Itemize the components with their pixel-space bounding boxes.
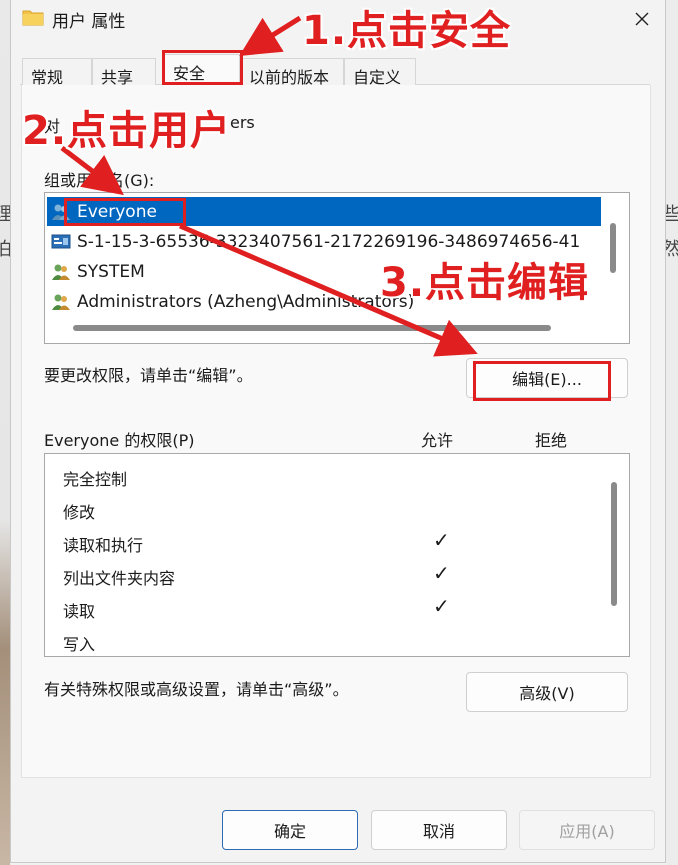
tab-customize[interactable]: 自定义 bbox=[344, 58, 416, 87]
permission-name: 列出文件夹内容 bbox=[63, 569, 176, 588]
allow-checkmark: ✓ bbox=[433, 561, 450, 585]
permission-name: 读取和执行 bbox=[63, 536, 144, 555]
highlight-box-security-tab bbox=[162, 50, 243, 85]
user-name: S-1-15-3-65536-3323407561-2172269196-348… bbox=[77, 231, 581, 252]
allow-checkmark: ✓ bbox=[433, 528, 450, 552]
deny-column-header: 拒绝 bbox=[535, 431, 568, 450]
tab-sharing[interactable]: 共享 bbox=[92, 58, 156, 87]
advanced-hint: 有关特殊权限或高级设置，请单击“高级”。 bbox=[44, 680, 349, 699]
tab-previous-versions[interactable]: 以前的版本 bbox=[240, 58, 344, 87]
groups-label: 组或用户名(G): bbox=[44, 171, 155, 190]
close-button[interactable] bbox=[618, 0, 666, 38]
permission-name: 写入 bbox=[63, 635, 96, 654]
permissions-list[interactable]: 完全控制 修改 读取和执行 列出文件夹内容 读取 写入 ✓ ✓ ✓ bbox=[44, 453, 630, 657]
desktop-background-left bbox=[0, 0, 10, 865]
annotation-step3: 3.点击编辑 bbox=[380, 260, 590, 306]
object-name-label-right: ers bbox=[230, 113, 255, 132]
cancel-button[interactable]: 取消 bbox=[371, 810, 507, 850]
tab-general[interactable]: 常规 bbox=[22, 58, 92, 87]
permission-name: 读取 bbox=[63, 602, 96, 621]
desktop-background-right bbox=[666, 0, 678, 865]
horizontal-scrollbar[interactable] bbox=[73, 325, 551, 331]
ok-button[interactable]: 确定 bbox=[222, 810, 358, 850]
highlight-box-edit-button bbox=[473, 361, 611, 401]
change-permission-hint: 要更改权限，请单击“编辑”。 bbox=[44, 366, 253, 385]
permission-name: 完全控制 bbox=[63, 470, 128, 489]
allow-column-header: 允许 bbox=[421, 431, 454, 450]
vertical-scrollbar[interactable] bbox=[610, 223, 616, 273]
user-name: SYSTEM bbox=[77, 261, 145, 282]
annotation-step1: 1.点击安全 bbox=[302, 8, 512, 54]
group-icon bbox=[52, 264, 70, 280]
sid-icon bbox=[51, 234, 71, 248]
folder-icon bbox=[22, 10, 44, 26]
highlight-box-everyone bbox=[64, 198, 186, 226]
vertical-scrollbar[interactable] bbox=[611, 482, 617, 606]
apply-button[interactable]: 应用(A) bbox=[519, 810, 655, 850]
close-icon bbox=[635, 12, 649, 26]
user-name: Administrators (Azheng\Administrators) bbox=[77, 291, 415, 312]
group-icon bbox=[52, 294, 70, 310]
permission-name: 修改 bbox=[63, 503, 96, 522]
allow-checkmark: ✓ bbox=[433, 594, 450, 618]
window-title: 用户 属性 bbox=[52, 12, 126, 32]
advanced-button[interactable]: 高级(V) bbox=[466, 672, 628, 712]
permissions-header: Everyone 的权限(P) bbox=[44, 431, 195, 450]
annotation-step2: 2.点击用户 bbox=[22, 108, 232, 154]
